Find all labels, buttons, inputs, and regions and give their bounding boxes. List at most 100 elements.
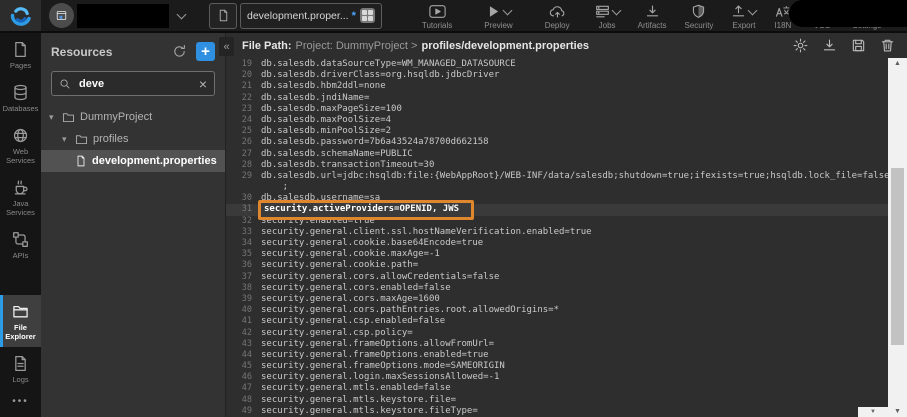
tree-item-development-properties[interactable]: development.properties: [41, 150, 225, 172]
line-text: db.salesdb.jndiName=: [261, 93, 369, 104]
code-line-45[interactable]: 45 security.general.frameOptions.mode=SA…: [226, 361, 888, 372]
nav-export[interactable]: Export: [722, 1, 765, 30]
chevron-down-icon[interactable]: [177, 9, 187, 19]
refresh-icon[interactable]: [172, 44, 187, 59]
code-line-43[interactable]: 43 security.general.frameOptions.allowFr…: [226, 339, 888, 350]
code-line-27[interactable]: 27 db.salesdb.schemaName=PUBLIC: [226, 149, 888, 160]
nav-security[interactable]: Security: [676, 1, 723, 30]
rail-bottom-group: File Explorer Logs: [0, 295, 41, 390]
line-number: 32: [226, 216, 252, 227]
caret-down-icon[interactable]: ▾: [49, 112, 57, 123]
sidebar-item-file-explorer[interactable]: File Explorer: [0, 295, 41, 347]
line-number: 36: [226, 260, 252, 271]
line-text: security.general.csp.enabled=false: [261, 316, 445, 327]
code-line-25[interactable]: 25 db.salesdb.minPoolSize=2: [226, 126, 888, 137]
tree-item-profiles[interactable]: ▾ profiles: [41, 128, 225, 150]
project-avatar[interactable]: [49, 3, 74, 28]
code-line-39[interactable]: 39 security.general.cors.maxAge=1600: [226, 294, 888, 305]
code-line-31[interactable]: 31 security.activeProviders=OPENID, JWS: [226, 204, 888, 215]
sidebar-item-java-services[interactable]: Java Services: [0, 171, 41, 223]
code-line-44[interactable]: 44 security.general.frameOptions.enabled…: [226, 350, 888, 361]
code-line-37[interactable]: 37 security.general.cors.allowCredential…: [226, 272, 888, 283]
tab-development-properties[interactable]: development.proper... *: [240, 3, 382, 29]
line-text: security.general.cookie.base64Encode=tru…: [261, 238, 483, 249]
vertical-scrollbar[interactable]: ▲ ▼: [888, 58, 907, 417]
settings-button[interactable]: [793, 38, 808, 53]
line-text: db.salesdb.transactionTimeout=30: [261, 160, 434, 171]
delete-button[interactable]: [880, 38, 895, 53]
code-line-34[interactable]: 34 security.general.cookie.base64Encode=…: [226, 238, 888, 249]
code-line-23[interactable]: 23 db.salesdb.maxPageSize=100: [226, 104, 888, 115]
logs-icon: [12, 355, 29, 372]
nav-jobs[interactable]: Jobs: [586, 1, 629, 30]
sidebar-item-databases[interactable]: Databases: [0, 76, 41, 119]
code-line-41[interactable]: 41 security.general.csp.enabled=false: [226, 316, 888, 327]
apis-icon: [12, 231, 29, 248]
nav-label: Preview: [484, 21, 512, 30]
scrollbar-thumb[interactable]: [891, 168, 904, 345]
code-line-38[interactable]: 38 security.general.cors.enabled=false: [226, 283, 888, 294]
jobs-icon: [595, 4, 610, 19]
code-line-continuation[interactable]: ;: [226, 182, 888, 193]
collapse-panel-icon[interactable]: «: [219, 37, 234, 56]
code-line-33[interactable]: 33 security.general.client.ssl.hostNameV…: [226, 227, 888, 238]
line-text: security.general.cookie.path=: [261, 260, 418, 271]
sidebar-item-pages[interactable]: Pages: [0, 33, 41, 76]
nav-artifacts[interactable]: Artifacts: [629, 1, 676, 30]
scroll-up-icon[interactable]: ▲: [888, 60, 907, 67]
code-line-22[interactable]: 22 db.salesdb.jndiName=: [226, 93, 888, 104]
code-line-48[interactable]: 48 security.general.mtls.keystore.file=: [226, 395, 888, 406]
search-input[interactable]: [77, 77, 193, 91]
code-line-47[interactable]: 47 security.general.mtls.enabled=false: [226, 383, 888, 394]
line-number: 39: [226, 294, 252, 305]
sidebar-item-label: Web Services: [2, 147, 40, 165]
sidebar-item-apis[interactable]: APIs: [0, 223, 41, 266]
resources-title: Resources: [51, 45, 172, 59]
save-button[interactable]: [851, 38, 866, 53]
line-text: security.general.frameOptions.allowFromU…: [261, 339, 494, 350]
scroll-down-icon[interactable]: ▼: [888, 408, 907, 415]
nav-deploy[interactable]: Deploy: [529, 1, 586, 30]
breadcrumb: Project: DummyProject >: [296, 40, 418, 52]
line-text: db.salesdb.hbm2ddl=none: [261, 81, 386, 92]
sidebar-item-logs[interactable]: Logs: [0, 347, 41, 390]
code-line-19[interactable]: 19 db.salesdb.dataSourceType=WM_MANAGED_…: [226, 59, 888, 70]
code-line-49[interactable]: 49 security.general.mtls.keystore.fileTy…: [226, 406, 888, 417]
code-line-28[interactable]: 28 db.salesdb.transactionTimeout=30: [226, 160, 888, 171]
line-number: 29: [226, 171, 252, 182]
rail-more-button[interactable]: •••: [0, 390, 41, 417]
caret-down-icon[interactable]: ▾: [62, 134, 70, 145]
code-editor[interactable]: 19 db.salesdb.dataSourceType=WM_MANAGED_…: [226, 59, 888, 417]
line-number: 22: [226, 93, 252, 104]
code-line-20[interactable]: 20 db.salesdb.driverClass=org.hsqldb.jdb…: [226, 70, 888, 81]
nav-label: Tutorials: [422, 21, 452, 30]
code-line-29[interactable]: 29 db.salesdb.url=jdbc:hsqldb:file:{WebA…: [226, 171, 888, 182]
tree-item-dummyproject[interactable]: ▾ DummyProject: [41, 106, 225, 128]
line-number: 38: [226, 283, 252, 294]
clear-search-icon[interactable]: ×: [199, 77, 207, 91]
code-line-26[interactable]: 26 db.salesdb.password=7b6a43524a78700d6…: [226, 137, 888, 148]
file-tab-icon-button[interactable]: [209, 3, 237, 29]
code-line-36[interactable]: 36 security.general.cookie.path=: [226, 260, 888, 271]
file-path-label: File Path:: [242, 40, 292, 52]
code-line-21[interactable]: 21 db.salesdb.hbm2ddl=none: [226, 81, 888, 92]
add-resource-button[interactable]: +: [196, 42, 215, 61]
topbar: development.proper... * Tutorials Previe…: [0, 0, 907, 33]
nav-tutorials[interactable]: Tutorials: [406, 1, 468, 30]
grid-icon[interactable]: [360, 8, 375, 23]
horizontal-scrollbar-corner[interactable]: ▼: [858, 407, 888, 417]
app-logo[interactable]: [0, 0, 41, 31]
nav-preview[interactable]: Preview: [468, 1, 528, 30]
code-line-35[interactable]: 35 security.general.cookie.maxAge=-1: [226, 249, 888, 260]
code-line-42[interactable]: 42 security.general.csp.policy=: [226, 328, 888, 339]
sidebar-item-label: Logs: [12, 375, 28, 384]
line-text: ;: [261, 182, 288, 193]
code-line-46[interactable]: 46 security.general.login.maxSessionsAll…: [226, 372, 888, 383]
sidebar-item-web-services[interactable]: Web Services: [0, 119, 41, 171]
code-line-40[interactable]: 40 security.general.cors.pathEntries.roo…: [226, 305, 888, 316]
code-line-24[interactable]: 24 db.salesdb.maxPoolSize=4: [226, 115, 888, 126]
nav-label: Security: [685, 21, 714, 30]
line-text: security.general.client.ssl.hostNameVeri…: [261, 227, 592, 238]
download-button[interactable]: [822, 38, 837, 53]
folder-icon: [12, 303, 29, 320]
